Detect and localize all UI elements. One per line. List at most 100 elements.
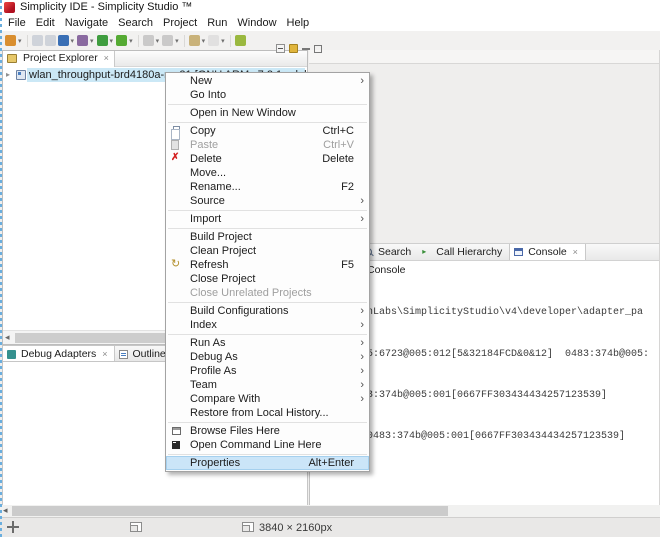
menu-item-properties[interactable]: Properties Alt+Enter (166, 456, 369, 470)
menu-item-new[interactable]: New › (166, 74, 369, 88)
statusbar: 3840 × 2160px (0, 517, 660, 537)
submenu-arrow-icon: › (360, 336, 364, 350)
menu-item-build-configurations[interactable]: Build Configurations › (166, 304, 369, 318)
menu-window[interactable]: Window (232, 16, 281, 30)
menu-item-close-project[interactable]: Close Project (166, 272, 369, 286)
menu-item-clean-project[interactable]: Clean Project (166, 244, 369, 258)
dropdown-arrow-icon[interactable]: ▾ (110, 37, 114, 45)
menu-item-import[interactable]: Import › (166, 212, 369, 226)
external-tools-icon[interactable] (143, 35, 154, 46)
menu-item-open-command-line-here[interactable]: Open Command Line Here (166, 438, 369, 452)
menu-item-run-as[interactable]: Run As › (166, 336, 369, 350)
tab-outline[interactable]: Outline (115, 346, 172, 361)
menu-file[interactable]: File (3, 16, 31, 30)
menu-item-debug-as[interactable]: Debug As › (166, 350, 369, 364)
submenu-arrow-icon: › (360, 350, 364, 364)
menu-navigate[interactable]: Navigate (60, 16, 113, 30)
capture-border (0, 0, 2, 537)
menu-item-build-project[interactable]: Build Project (166, 230, 369, 244)
menu-help[interactable]: Help (282, 16, 315, 30)
menu-item-profile-as[interactable]: Profile As › (166, 364, 369, 378)
console-line: 3:374b@005:001[0667FF303434434257123539] (367, 389, 659, 403)
menu-item-paste[interactable]: Paste Ctrl+V (166, 138, 369, 152)
tab-debug-adapters[interactable]: Debug Adapters × (3, 346, 115, 361)
menu-item-source[interactable]: Source › (166, 194, 369, 208)
save-all-icon[interactable] (45, 35, 56, 46)
tab-call-hierarchy[interactable]: ▸ Call Hierarchy (418, 244, 509, 260)
menu-item-delete[interactable]: ✗ Delete Delete (166, 152, 369, 166)
new-wizard-icon[interactable] (5, 35, 16, 46)
maximize-icon[interactable] (314, 45, 322, 53)
project-explorer-tabstrip: Project Explorer × (3, 51, 307, 67)
dropdown-arrow-icon[interactable]: ▾ (71, 37, 75, 45)
collapse-all-icon[interactable] (276, 44, 285, 53)
menu-item-refresh[interactable]: ↻ Refresh F5 (166, 258, 369, 272)
menu-item-restore-from-local-history[interactable]: Restore from Local History... (166, 406, 369, 420)
paste-icon (171, 140, 179, 150)
simplicity-studio-logo-icon (4, 2, 15, 13)
menu-item-rename[interactable]: Rename... F2 (166, 180, 369, 194)
close-icon[interactable]: × (104, 53, 109, 63)
tab-label: Project Explorer (23, 52, 98, 64)
dropdown-arrow-icon[interactable]: ▾ (175, 37, 179, 45)
console-view-title: Console (367, 264, 659, 276)
menu-item-go-into[interactable]: Go Into (166, 88, 369, 102)
dropdown-arrow-icon[interactable]: ▾ (221, 37, 225, 45)
move-crosshair-icon[interactable] (7, 521, 19, 533)
submenu-arrow-icon: › (360, 212, 364, 226)
dropdown-arrow-icon[interactable]: ▾ (156, 37, 160, 45)
menu-item-browse-files-here[interactable]: Browse Files Here (166, 424, 369, 438)
close-icon[interactable]: × (102, 349, 107, 359)
forward-icon[interactable] (208, 35, 219, 46)
submenu-arrow-icon: › (360, 378, 364, 392)
menu-item-open-in-new-window[interactable]: Open in New Window (166, 106, 369, 120)
dropdown-arrow-icon[interactable]: ▾ (18, 37, 22, 45)
menu-item-compare-with[interactable]: Compare With › (166, 392, 369, 406)
menu-search[interactable]: Search (113, 16, 158, 30)
dropdown-arrow-icon[interactable]: ▾ (202, 37, 206, 45)
outline-icon (119, 350, 128, 359)
console-icon (514, 248, 523, 256)
save-icon[interactable] (32, 35, 43, 46)
scrollbar-thumb[interactable] (12, 506, 448, 516)
menu-item-team[interactable]: Team › (166, 378, 369, 392)
menu-item-close-unrelated-projects[interactable]: Close Unrelated Projects (166, 286, 369, 300)
submenu-arrow-icon: › (360, 364, 364, 378)
back-icon[interactable] (189, 35, 200, 46)
debug-icon[interactable] (58, 35, 69, 46)
link-with-editor-icon[interactable] (289, 44, 298, 53)
menu-item-move[interactable]: Move... (166, 166, 369, 180)
refresh-icon: ↻ (171, 257, 180, 271)
scroll-left-icon[interactable]: ◂ (5, 332, 10, 343)
menubar: File Edit Navigate Search Project Run Wi… (0, 15, 660, 31)
menu-item-copy[interactable]: Copy Ctrl+C (166, 124, 369, 138)
scroll-left-icon[interactable]: ◂ (3, 505, 8, 516)
flash-programmer-icon[interactable] (77, 35, 88, 46)
project-explorer-view-toolbar (276, 44, 322, 53)
energy-profiler-icon[interactable] (116, 35, 127, 46)
open-perspective-icon[interactable] (162, 35, 173, 46)
tab-console[interactable]: Console × (509, 244, 586, 260)
close-icon[interactable]: × (573, 247, 578, 257)
bottom-hscrollbar[interactable]: ◂ (0, 505, 660, 517)
menu-item-index[interactable]: Index › (166, 318, 369, 332)
menu-run[interactable]: Run (202, 16, 232, 30)
twistie-icon[interactable]: ▸ (6, 68, 10, 82)
menu-edit[interactable]: Edit (31, 16, 60, 30)
dropdown-arrow-icon[interactable]: ▾ (129, 37, 133, 45)
tab-label: Search (378, 246, 411, 258)
menu-separator (168, 454, 367, 455)
tab-project-explorer[interactable]: Project Explorer × (3, 51, 115, 67)
submenu-arrow-icon: › (360, 74, 364, 88)
menu-project[interactable]: Project (158, 16, 202, 30)
last-edit-location-icon[interactable] (235, 35, 246, 46)
console-line: 5:6723@005:012[5&32184FCD&0&12] 0483:374… (367, 348, 659, 362)
submenu-arrow-icon: › (360, 392, 364, 406)
minimize-icon[interactable] (302, 47, 310, 50)
run-icon[interactable] (97, 35, 108, 46)
project-icon (16, 70, 26, 80)
selection-area-icon[interactable] (130, 522, 142, 532)
dropdown-arrow-icon[interactable]: ▾ (90, 37, 94, 45)
editor-tabstrip (309, 50, 659, 64)
menu-separator (168, 104, 367, 105)
